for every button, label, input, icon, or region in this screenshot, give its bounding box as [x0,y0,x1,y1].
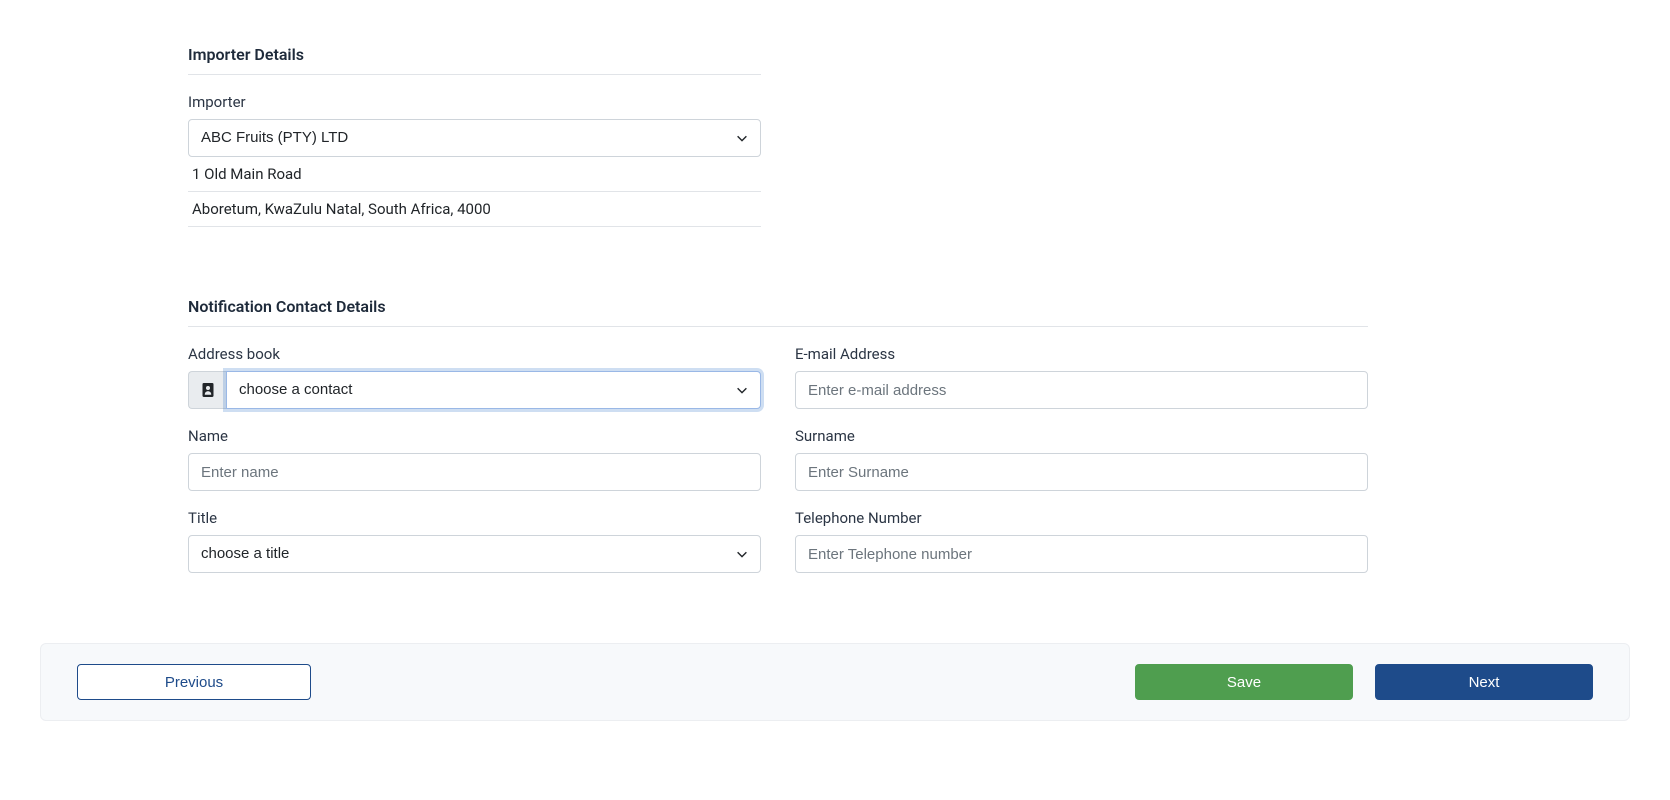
notification-contact-heading: Notification Contact Details [188,227,1368,326]
title-select[interactable]: choose a title [188,535,761,573]
importer-address-line2: Aboretum, KwaZulu Natal, South Africa, 4… [188,192,761,227]
name-label: Name [188,427,761,445]
notification-contact-section: Notification Contact Details Address boo… [188,227,1368,573]
importer-select-wrap: ABC Fruits (PTY) LTD [188,119,761,157]
save-button[interactable]: Save [1135,664,1353,700]
email-label: E-mail Address [795,345,1368,363]
address-book-select[interactable]: choose a contact [226,371,761,409]
telephone-label: Telephone Number [795,509,1368,527]
telephone-input[interactable] [795,535,1368,573]
email-input[interactable] [795,371,1368,409]
name-input[interactable] [188,453,761,491]
footer-bar: Previous Save Next [40,643,1630,721]
surname-label: Surname [795,427,1368,445]
title-select-wrap: choose a title [188,535,761,573]
importer-details-section: Importer Details Importer ABC Fruits (PT… [188,0,761,227]
address-book-select-wrap: choose a contact [226,371,761,409]
address-book-label: Address book [188,345,761,363]
importer-label: Importer [188,93,761,111]
importer-details-heading: Importer Details [188,0,761,74]
importer-select[interactable]: ABC Fruits (PTY) LTD [188,119,761,157]
surname-input[interactable] [795,453,1368,491]
importer-address-line1: 1 Old Main Road [188,157,761,192]
title-label: Title [188,509,761,527]
previous-button[interactable]: Previous [77,664,311,700]
address-book-icon [188,371,226,409]
divider [188,74,761,75]
next-button[interactable]: Next [1375,664,1593,700]
